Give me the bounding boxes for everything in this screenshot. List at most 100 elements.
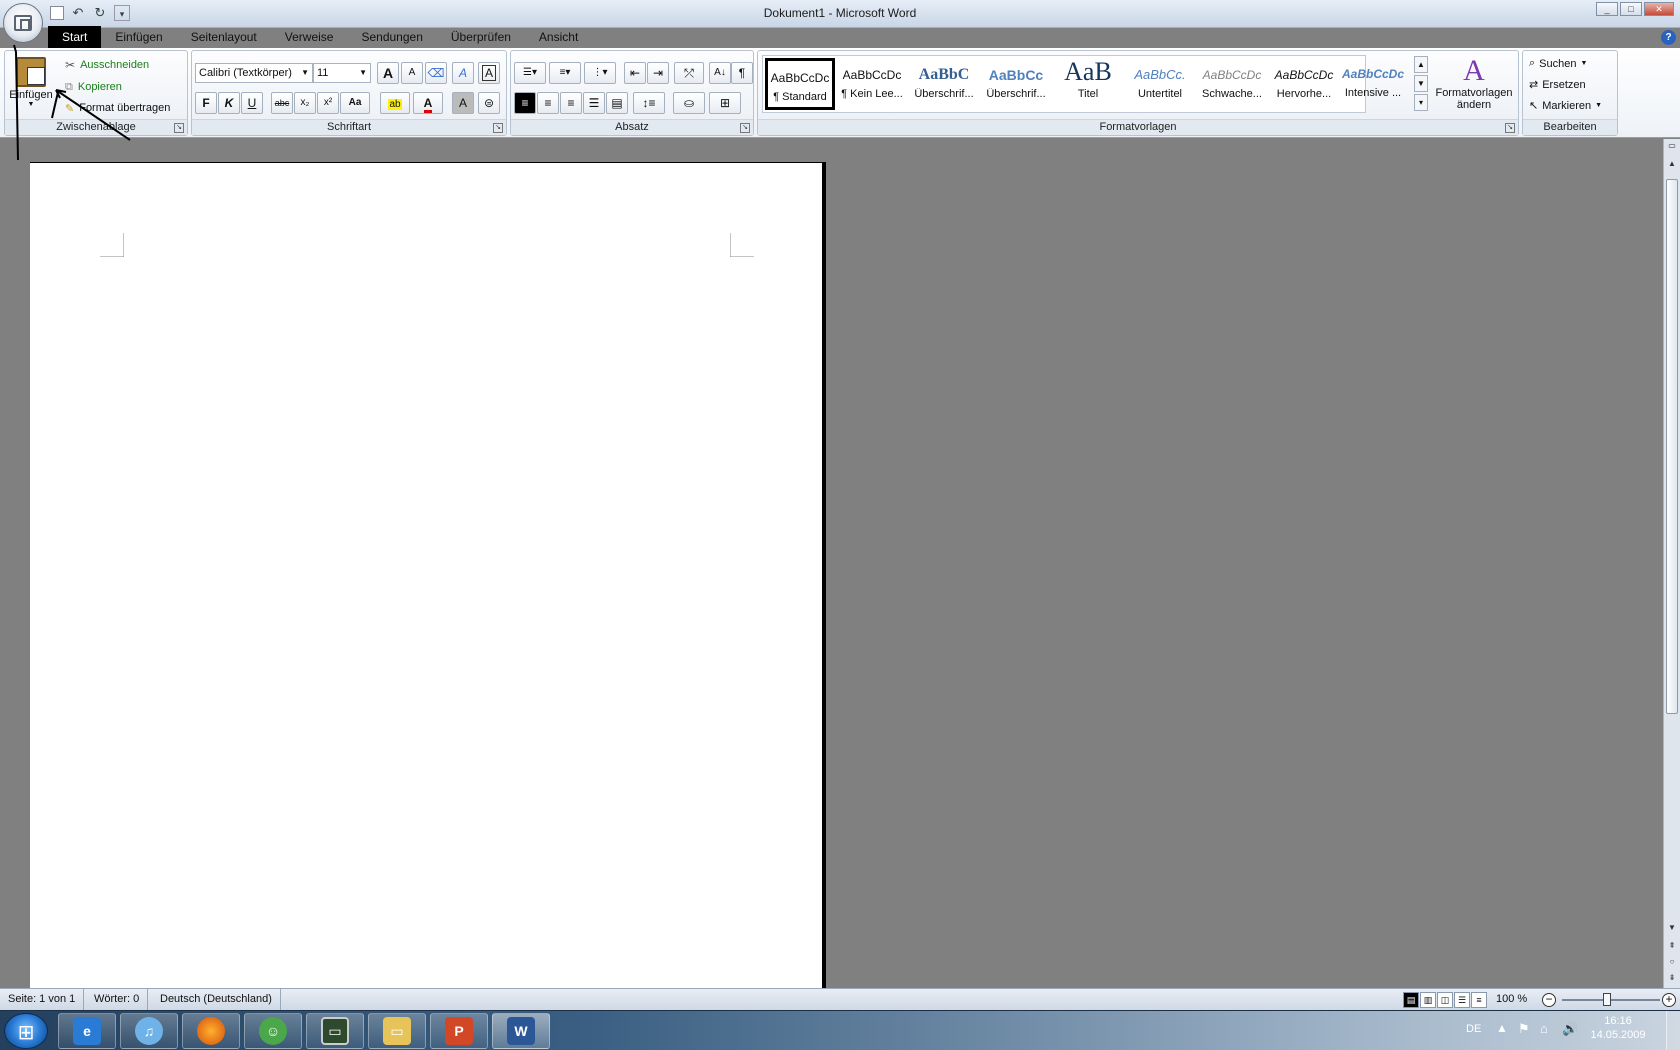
decrease-indent-button[interactable]: ⇤ [624,62,646,84]
office-button[interactable] [3,3,43,43]
taskbar-powerpoint[interactable]: P [430,1013,488,1049]
taskbar-internet-explorer[interactable]: e [58,1013,116,1049]
asian-layout-button[interactable]: ⤱ [674,62,704,84]
style-titel[interactable]: AaB Titel [1053,58,1123,110]
style-intensive-hervorhebung[interactable]: AaBbCcDc Intensive ... [1336,57,1410,109]
style-ueberschrift-1[interactable]: AaBbC Überschrif... [909,58,979,110]
cut-button[interactable]: ✂ Ausschneiden [65,57,149,73]
help-icon[interactable]: ? [1661,30,1676,45]
tab-einfuegen[interactable]: Einfügen [101,26,176,48]
zoom-in-button[interactable]: + [1662,993,1676,1007]
style-schwache-hervorhebung[interactable]: AaBbCcDc Schwache... [1197,58,1267,110]
zoom-level[interactable]: 100 % [1496,993,1527,1005]
scroll-up-button[interactable]: ▲ [1665,157,1679,171]
print-layout-view-button[interactable]: ▤ [1403,992,1419,1008]
style-standard[interactable]: AaBbCcDc ¶ Standard [765,58,835,110]
taskbar-word[interactable]: W [492,1013,550,1049]
find-button[interactable]: ⌕ Suchen ▼ [1529,57,1587,70]
network-icon[interactable]: ⌂ [1540,1021,1548,1050]
taskbar-itunes[interactable]: ♫ [120,1013,178,1049]
font-size-field[interactable]: 11 ▼ [313,63,371,83]
styles-dialog-launcher[interactable]: ↘ [1505,123,1515,133]
numbering-button[interactable]: ≡▾ [549,62,581,84]
subscript-button[interactable]: x₂ [294,92,316,114]
shrink-font-button[interactable]: A [401,62,423,84]
show-hidden-icons-icon[interactable]: ▲ [1496,1021,1508,1050]
maximize-button[interactable]: □ [1620,2,1642,16]
grow-font-button[interactable]: A [377,62,399,84]
close-button[interactable]: ✕ [1644,2,1674,16]
style-kein-leerraum[interactable]: AaBbCcDc ¶ Kein Lee... [837,58,907,110]
bullets-button[interactable]: ☰▾ [514,62,546,84]
copy-button[interactable]: ⧉ Kopieren [65,79,122,95]
scrollbar-thumb[interactable] [1666,179,1678,714]
tab-ansicht[interactable]: Ansicht [525,26,592,48]
character-border-button[interactable]: A [478,62,500,84]
italic-button[interactable]: K [218,92,240,114]
zoom-out-button[interactable]: − [1542,993,1556,1007]
tab-start[interactable]: Start [48,26,102,48]
draft-view-button[interactable]: ≡ [1471,992,1487,1008]
action-center-flag-icon[interactable]: ⚑ [1518,1021,1530,1050]
align-left-button[interactable]: ≡ [514,92,536,114]
font-name-field[interactable]: Calibri (Textkörper) ▼ [195,63,313,83]
tab-sendungen[interactable]: Sendungen [347,26,436,48]
tray-language[interactable]: DE [1466,1023,1481,1050]
clear-format-button[interactable]: ⌫ [425,62,447,84]
style-ueberschrift-2[interactable]: AaBbCc Überschrif... [981,58,1051,110]
style-hervorhebung[interactable]: AaBbCcDc Hervorhe... [1269,58,1339,110]
document-page[interactable] [30,162,826,988]
font-color-button[interactable]: A [413,92,443,114]
start-button[interactable] [4,1013,48,1049]
page-count[interactable]: Seite: 1 von 1 [0,989,85,1011]
character-shading-button[interactable]: A [452,92,474,114]
next-page-button[interactable]: ⇟ [1665,971,1679,985]
taskbar-firefox[interactable] [182,1013,240,1049]
show-desktop-button[interactable] [1666,1011,1680,1050]
font-dialog-launcher[interactable]: ↘ [493,123,503,133]
tab-ueberpruefen[interactable]: Überprüfen [437,26,525,48]
gallery-more-button[interactable]: ▾ [1414,94,1428,111]
highlight-button[interactable]: ab [380,92,410,114]
strikethrough-button[interactable]: abc [271,92,293,114]
superscript-button[interactable]: x² [317,92,339,114]
replace-button[interactable]: ⇄ Ersetzen [1529,78,1586,92]
enclose-characters-button[interactable]: ⊜ [478,92,500,114]
zoom-slider[interactable] [1562,999,1660,1001]
browse-object-button[interactable]: ○ [1665,955,1679,969]
minimize-button[interactable]: _ [1596,2,1618,16]
format-painter-button[interactable]: ✎ Format übertragen [65,100,170,116]
change-case-button[interactable]: Aa [340,92,370,114]
show-marks-button[interactable]: ¶ [731,62,753,84]
multilevel-list-button[interactable]: ⋮▾ [584,62,616,84]
taskbar-explorer[interactable]: ▭ [368,1013,426,1049]
line-spacing-button[interactable]: ↕≡ [633,92,665,114]
web-layout-button[interactable]: ◫ [1437,992,1453,1008]
gallery-scroll-down-button[interactable]: ▼ [1414,75,1428,92]
full-screen-reading-button[interactable]: ▥ [1420,992,1436,1008]
paste-button[interactable]: Einfügen ▼ [9,55,53,113]
sort-button[interactable]: A↓ [709,62,731,84]
previous-page-button[interactable]: ⇞ [1665,939,1679,953]
paragraph-dialog-launcher[interactable]: ↘ [740,123,750,133]
gallery-scroll-up-button[interactable]: ▲ [1414,56,1428,73]
scroll-down-button[interactable]: ▼ [1665,921,1679,935]
tab-verweise[interactable]: Verweise [271,26,348,48]
align-right-button[interactable]: ≡ [560,92,582,114]
borders-button[interactable]: ⊞ [709,92,741,114]
change-styles-button[interactable]: A Formatvorlagen ändern [1432,55,1516,117]
language-indicator[interactable]: Deutsch (Deutschland) [152,989,281,1011]
style-untertitel[interactable]: AaBbCc. Untertitel [1125,58,1195,110]
zoom-slider-thumb[interactable] [1603,993,1611,1006]
align-center-button[interactable]: ≡ [537,92,559,114]
taskbar-system-monitor[interactable]: ▭ [306,1013,364,1049]
justify-button[interactable]: ☰ [583,92,605,114]
tab-seitenlayout[interactable]: Seitenlayout [177,26,271,48]
clipboard-dialog-launcher[interactable]: ↘ [174,123,184,133]
distributed-button[interactable]: ▤ [606,92,628,114]
ruler-toggle-icon[interactable]: ▭ [1665,139,1679,153]
volume-icon[interactable]: 🔊 [1562,1021,1578,1050]
shading-button[interactable]: ⛀ [673,92,705,114]
word-count[interactable]: Wörter: 0 [86,989,149,1011]
increase-indent-button[interactable]: ⇥ [647,62,669,84]
